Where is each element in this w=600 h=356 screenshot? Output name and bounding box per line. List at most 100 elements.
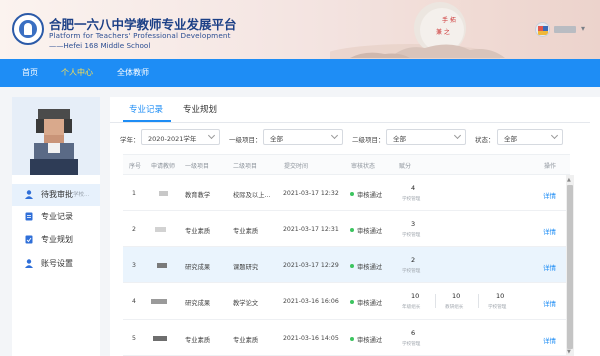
logo-figure [24, 23, 32, 35]
row-level1: 研究成果 [185, 264, 211, 271]
chevron-down-icon [550, 131, 559, 140]
col-header-level2: 二级项目 [233, 163, 258, 170]
scroll-down-icon[interactable]: ▼ [567, 349, 571, 355]
score-source: 年级组长 [402, 305, 421, 310]
table-row: 2 专业素质 专业素质 2021-03-17 12:31 审核通过 3 学校管理… [123, 211, 570, 247]
row-time: 2021-03-16 16:06 [283, 298, 339, 305]
nav-item-all-teachers[interactable]: 全体教师 [117, 59, 149, 87]
col-header-status: 审核状态 [351, 163, 376, 170]
account-icon [25, 259, 33, 268]
filter-label-level1: 一级项目： [229, 136, 262, 144]
col-header-action: 操作 [544, 163, 557, 170]
status-select[interactable]: 全部 [497, 129, 563, 145]
user-avatar[interactable] [535, 22, 550, 37]
chevron-down-icon[interactable]: ▾ [581, 24, 585, 33]
svg-text:手 拓: 手 拓 [442, 16, 456, 24]
level2-select-value: 全部 [393, 135, 406, 143]
level1-select-value: 全部 [270, 135, 283, 143]
user-name-redacted[interactable] [554, 26, 576, 33]
school-logo [12, 13, 44, 45]
row-level2: 课题研究 [233, 264, 259, 271]
score-source: 学校管理 [488, 305, 507, 310]
col-header-level1: 一级项目 [185, 163, 210, 170]
teacher-name-redacted [155, 227, 166, 232]
nav-item-home[interactable]: 首页 [22, 59, 38, 87]
score-value: 10 [496, 292, 505, 300]
score-source: 学校管理 [402, 233, 421, 238]
row-status: 审核通过 [357, 337, 383, 344]
score-source: 学校管理 [402, 342, 421, 347]
row-level1: 研究成果 [185, 300, 211, 307]
row-level1: 专业素质 [185, 337, 211, 344]
row-status: 审核通过 [357, 300, 383, 307]
row-status: 审核通过 [357, 228, 383, 235]
sidebar-item-planning[interactable]: 专业规划 [12, 229, 100, 251]
row-no: 5 [132, 335, 136, 342]
row-level1: 专业素质 [185, 228, 211, 235]
score-value: 10 [411, 292, 420, 300]
table-scrollbar-thumb[interactable] [567, 185, 573, 349]
filter-label-year: 学年： [120, 136, 140, 144]
row-time: 2021-03-17 12:31 [283, 226, 339, 233]
details-link[interactable]: 详情 [543, 262, 556, 272]
year-select[interactable]: 2020-2021学年 [141, 129, 220, 145]
col-header-teacher: 申请教师 [151, 163, 176, 170]
score-value: 6 [411, 329, 416, 337]
site-header: 手 拓 兼 之 合肥一六八中学教师专业发展平台 Platform for Tea… [0, 0, 600, 59]
table-header: 序号 申请教师 一级项目 二级项目 提交时间 审核状态 赋分 操作 [123, 154, 570, 175]
filter-label-level2: 二级项目： [352, 136, 385, 144]
teacher-name-redacted [157, 263, 167, 268]
col-header-no: 序号 [129, 163, 142, 170]
row-time: 2021-03-17 12:32 [283, 190, 339, 197]
sidebar-item-badge: 学校... [73, 192, 90, 198]
year-select-value: 2020-2021学年 [148, 135, 197, 143]
score-value: 2 [411, 256, 416, 264]
nav-item-personal-center[interactable]: 个人中心 [61, 59, 93, 87]
score-divider [478, 294, 479, 308]
row-level2: 专业素质 [233, 228, 259, 235]
sidebar-item-account-settings[interactable]: 账号设置 [12, 253, 100, 275]
sidebar-item-label: 账号设置 [41, 259, 73, 268]
details-link[interactable]: 详情 [543, 226, 556, 236]
score-source: 教研组长 [445, 305, 464, 310]
plan-icon [25, 235, 33, 244]
row-time: 2021-03-17 12:29 [283, 262, 339, 269]
col-header-score: 赋分 [399, 163, 412, 170]
details-link[interactable]: 详情 [543, 335, 556, 345]
table-row: 3 研究成果 课题研究 2021-03-17 12:29 审核通过 2 学校管理… [123, 247, 570, 283]
teacher-name-redacted [159, 191, 168, 196]
row-time: 2021-03-16 14:05 [283, 335, 339, 342]
level2-select[interactable]: 全部 [386, 129, 466, 145]
site-subtitle-en: Platform for Teachers' Professional Deve… [49, 31, 231, 40]
score-value: 10 [452, 292, 461, 300]
table-row: 5 专业素质 专业素质 2021-03-16 14:05 审核通过 6 学校管理… [123, 320, 570, 356]
site-subtitle-school: ——Hefei 168 Middle School [49, 41, 151, 50]
status-dot-icon [350, 337, 354, 341]
status-dot-icon [350, 264, 354, 268]
chevron-down-icon [207, 131, 216, 140]
details-link[interactable]: 详情 [543, 298, 556, 308]
score-source: 学校管理 [402, 197, 421, 202]
table-row: 4 研究成果 教学论文 2021-03-16 16:06 审核通过 10 年级组… [123, 283, 570, 320]
chevron-down-icon [330, 131, 339, 140]
sidebar-item-label: 专业记录 [41, 212, 73, 221]
level1-select[interactable]: 全部 [263, 129, 343, 145]
teacher-name-redacted [151, 299, 167, 304]
details-link[interactable]: 详情 [543, 190, 556, 200]
tab-divider [110, 122, 590, 123]
tab-planning[interactable]: 专业规划 [183, 103, 217, 115]
row-level1: 教育教学 [185, 192, 211, 199]
tab-records[interactable]: 专业记录 [129, 103, 163, 115]
sidebar-item-pending-approval[interactable]: 待我审批 学校... [12, 184, 100, 206]
profile-avatar [12, 97, 100, 175]
row-no: 2 [132, 226, 136, 233]
score-source: 学校管理 [402, 269, 421, 274]
status-dot-icon [350, 228, 354, 232]
document-icon [25, 212, 33, 221]
scroll-up-icon[interactable]: ▲ [567, 177, 571, 183]
row-no: 1 [132, 190, 136, 197]
svg-text:兼 之: 兼 之 [436, 28, 450, 36]
filter-label-status: 状态： [475, 136, 495, 144]
score-value: 3 [411, 220, 416, 228]
sidebar-item-records[interactable]: 专业记录 [12, 206, 100, 228]
